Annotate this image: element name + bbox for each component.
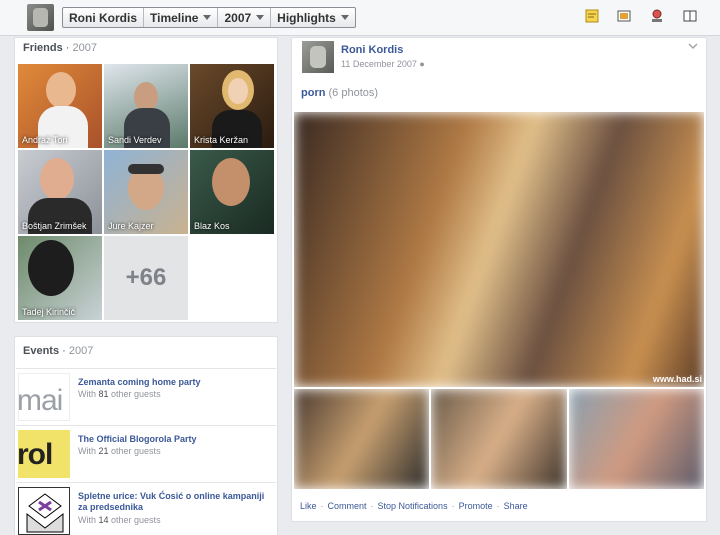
post-date[interactable]: 11 December 2007 ● (341, 59, 425, 69)
comment-link[interactable]: Comment (328, 501, 367, 511)
events-header: Events · 2007 (23, 345, 94, 357)
album-photo-main[interactable]: www.had.si (294, 112, 704, 387)
chevron-down-icon (340, 15, 349, 20)
post-author-name[interactable]: Roni Kordis (341, 44, 403, 56)
friend-tile[interactable]: Tadej Kirinčič (18, 236, 102, 320)
ballot-box-icon (18, 487, 70, 535)
map-pin-icon[interactable] (650, 9, 664, 23)
like-link[interactable]: Like (300, 501, 317, 511)
album-photo-thumb[interactable] (431, 389, 567, 489)
chevron-down-icon (203, 15, 212, 20)
event-guests: With 14 other guests (78, 515, 161, 525)
share-link[interactable]: Share (504, 501, 528, 511)
album-link[interactable]: porn (6 photos) (301, 87, 378, 99)
stop-notifications-link[interactable]: Stop Notifications (378, 501, 448, 511)
event-thumbnail: mai (18, 373, 70, 421)
event-guests: With 21 other guests (78, 446, 161, 456)
friend-tile[interactable]: Boštjan Zrimšek (18, 150, 102, 234)
more-friends-tile[interactable]: +66 (104, 236, 188, 320)
post-author-avatar[interactable] (302, 41, 334, 73)
event-item[interactable]: mai Zemanta coming home party With 81 ot… (16, 368, 276, 424)
event-item[interactable]: rol The Official Blogorola Party With 21… (16, 425, 276, 481)
book-icon[interactable] (683, 9, 697, 23)
event-thumbnail: rol (18, 430, 70, 478)
friend-tile[interactable]: Krista Keržan (190, 64, 274, 148)
notes-icon[interactable] (585, 9, 599, 23)
chevron-down-icon[interactable] (688, 42, 698, 50)
chevron-down-icon (256, 15, 265, 20)
friend-tile[interactable]: Blaz Kos (190, 150, 274, 234)
breadcrumb-highlights[interactable]: Highlights (271, 8, 355, 27)
friend-tile[interactable]: Jure Kajzer (104, 150, 188, 234)
breadcrumb-timeline[interactable]: Timeline (144, 8, 219, 27)
post-actions: Like · Comment · Stop Notifications · Promo… (300, 501, 528, 511)
breadcrumb-year[interactable]: 2007 (218, 8, 272, 27)
events-panel: Events · 2007 mai Zemanta coming home pa… (14, 336, 278, 535)
friend-tile[interactable]: Andraž Tori (18, 64, 102, 148)
breadcrumb: Roni Kordis Timeline 2007 Highlights (62, 7, 356, 28)
event-guests: With 81 other guests (78, 389, 161, 399)
promote-link[interactable]: Promote (459, 501, 493, 511)
profile-avatar[interactable] (27, 4, 54, 31)
album-photo-thumb[interactable] (294, 389, 429, 489)
breadcrumb-profile[interactable]: Roni Kordis (63, 8, 144, 27)
friend-tile[interactable]: Sandi Verdev (104, 64, 188, 148)
top-bar: Roni Kordis Timeline 2007 Highlights (0, 0, 720, 36)
photos-icon[interactable] (617, 9, 631, 23)
event-item[interactable]: Spletne urice: Vuk Ćosić o online kampan… (16, 482, 276, 535)
album-photo-thumb[interactable] (569, 389, 704, 489)
globe-icon: ● (419, 59, 425, 69)
friends-header: Friends · 2007 (23, 42, 97, 54)
